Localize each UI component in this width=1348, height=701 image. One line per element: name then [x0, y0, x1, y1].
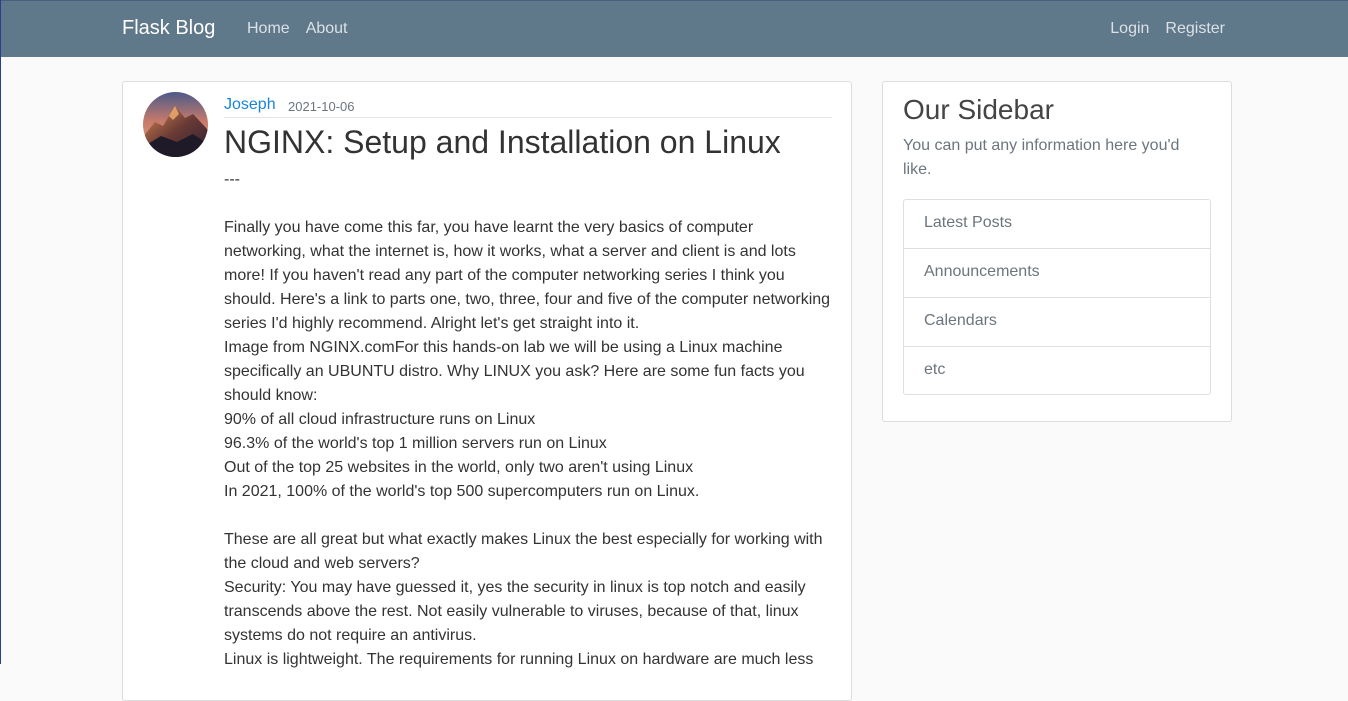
post-paragraph: Out of the top 25 websites in the world,… — [224, 459, 694, 476]
nav-left: Home About — [247, 20, 348, 38]
post-meta: Joseph 2021-10-06 — [224, 82, 832, 118]
post-paragraph: Image from NGINX.comFor this hands-on la… — [224, 339, 805, 404]
author-link[interactable]: Joseph — [224, 96, 276, 114]
mountain-avatar-image — [143, 92, 208, 157]
post-paragraph: 96.3% of the world's top 1 million serve… — [224, 435, 607, 452]
post-card: Joseph 2021-10-06 NGINX: Setup and Insta… — [122, 81, 852, 701]
sidebar: Our Sidebar You can put any information … — [882, 81, 1232, 422]
post-body: Joseph 2021-10-06 NGINX: Setup and Insta… — [224, 82, 832, 672]
sidebar-item-etc[interactable]: etc — [904, 347, 1210, 394]
sidebar-item-latest-posts[interactable]: Latest Posts — [904, 200, 1210, 249]
sidebar-title: Our Sidebar — [903, 94, 1054, 125]
post-paragraph: --- — [224, 171, 240, 188]
brand-link[interactable]: Flask Blog — [122, 17, 215, 40]
sidebar-item-announcements[interactable]: Announcements — [904, 249, 1210, 298]
navbar: Flask Blog Home About Login Register — [1, 0, 1348, 57]
post-paragraph: Linux is lightweight. The requirements f… — [224, 651, 814, 668]
post-paragraph: Finally you have come this far, you have… — [224, 219, 831, 332]
nav-about-link[interactable]: About — [306, 20, 348, 38]
post-date: 2021-10-06 — [288, 99, 355, 114]
post-title[interactable]: NGINX: Setup and Installation on Linux — [224, 124, 832, 160]
author-avatar — [143, 92, 208, 157]
post-paragraph: Security: You may have guessed it, yes t… — [224, 579, 806, 644]
sidebar-list: Latest Posts Announcements Calendars etc — [903, 199, 1211, 395]
sidebar-item-calendars[interactable]: Calendars — [904, 298, 1210, 347]
nav-login-link[interactable]: Login — [1110, 20, 1149, 38]
sidebar-text: You can put any information here you'd l… — [903, 137, 1180, 178]
post-paragraph: 90% of all cloud infrastructure runs on … — [224, 411, 536, 428]
nav-home-link[interactable]: Home — [247, 20, 290, 38]
post-content: --- Finally you have come this far, you … — [224, 168, 832, 672]
nav-right: Login Register — [1110, 20, 1225, 38]
post-paragraph: In 2021, 100% of the world's top 500 sup… — [224, 483, 700, 500]
post-paragraph: These are all great but what exactly mak… — [224, 531, 823, 572]
nav-register-link[interactable]: Register — [1165, 20, 1225, 38]
